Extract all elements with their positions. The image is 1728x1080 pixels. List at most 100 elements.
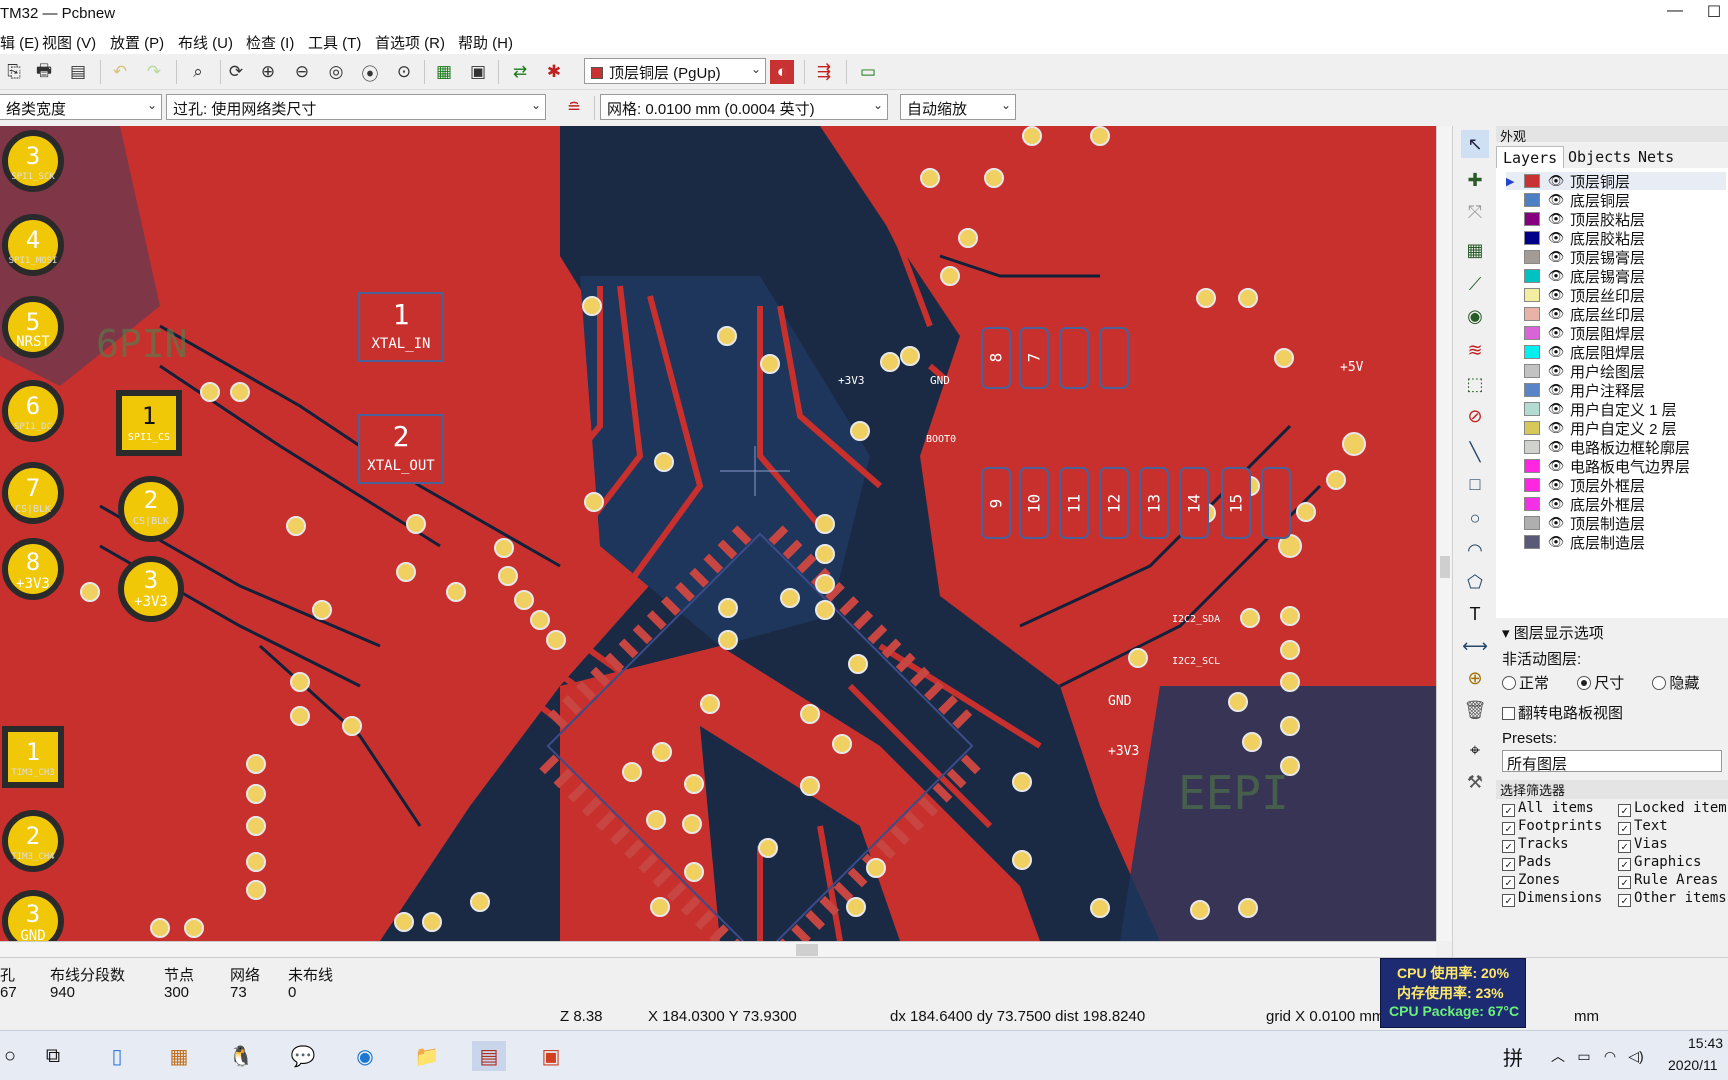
layer-row[interactable]: 👁 顶层丝印层	[1506, 286, 1726, 305]
layer-color-swatch[interactable]	[1524, 250, 1540, 264]
filter-graphics[interactable]: ✓ Graphics	[1618, 854, 1701, 871]
pad[interactable]: 7 CS|BLK	[2, 462, 64, 524]
eye-icon[interactable]: 👁	[1546, 287, 1566, 303]
app-edge-icon[interactable]: ◉	[348, 1041, 382, 1071]
filter-locked-items[interactable]: ✓ Locked items	[1618, 800, 1728, 817]
tab-layers[interactable]: Layers	[1496, 146, 1565, 168]
eye-icon[interactable]: 👁	[1546, 230, 1566, 246]
crystal-pad-2[interactable]: 2 XTAL_OUT	[358, 414, 444, 484]
menu-view[interactable]: 视图 (V)	[42, 32, 96, 53]
update-pcb-icon[interactable]: ⇄	[506, 59, 534, 85]
layer-row[interactable]: 👁 电路板边框轮廓层	[1506, 438, 1726, 457]
layer-color-swatch[interactable]	[1524, 364, 1540, 378]
wifi-icon[interactable]: ◠	[1598, 1041, 1622, 1071]
layer-color-swatch[interactable]	[1524, 288, 1540, 302]
pad[interactable]: 1 TIM3_CH3	[2, 726, 64, 788]
clock-time[interactable]: 15:43	[1688, 1035, 1723, 1051]
layer-color-swatch[interactable]	[1524, 402, 1540, 416]
route-track-icon[interactable]: ⟋	[1461, 270, 1489, 298]
filter-zones[interactable]: ✓ Zones	[1502, 872, 1560, 889]
eye-icon[interactable]: 👁	[1546, 211, 1566, 227]
flip-board-checkbox[interactable]: 翻转电路板视图	[1502, 702, 1623, 723]
draw-rect-icon[interactable]: □	[1461, 470, 1489, 498]
minimize-button[interactable]: —	[1652, 2, 1698, 26]
menu-inspect[interactable]: 检查 (I)	[246, 32, 294, 53]
grid-origin-icon[interactable]: ⌖	[1461, 736, 1489, 764]
filter-other-items[interactable]: ✓ Other items	[1618, 890, 1727, 907]
via-size-select[interactable]: 过孔: 使用网络类尺寸 ⌄	[166, 94, 546, 120]
layer-color-swatch[interactable]	[1524, 345, 1540, 359]
eye-icon[interactable]: 👁	[1546, 477, 1566, 493]
layer-row[interactable]: 👁 顶层锡膏层	[1506, 248, 1726, 267]
layer-row[interactable]: 👁 用户注释层	[1506, 381, 1726, 400]
menu-tools[interactable]: 工具 (T)	[308, 32, 361, 53]
footprint-browser-icon[interactable]: ▣	[464, 59, 492, 85]
scripting-console-icon[interactable]: ▭	[854, 59, 882, 85]
eye-icon[interactable]: 👁	[1546, 268, 1566, 284]
filter-pads[interactable]: ✓ Pads	[1502, 854, 1552, 871]
pad[interactable]: 2 TIM3_CH4	[2, 810, 64, 872]
layer-row[interactable]: 👁 用户自定义 1 层	[1506, 400, 1726, 419]
select-arrow-icon[interactable]: ↖	[1461, 130, 1489, 158]
draw-polygon-icon[interactable]: ⬠	[1461, 568, 1489, 596]
filter-tracks[interactable]: ✓ Tracks	[1502, 836, 1569, 853]
netlist-icon[interactable]: ⇶	[810, 59, 838, 85]
task-view-icon[interactable]: ⧉	[36, 1041, 70, 1071]
add-zone-icon[interactable]: ⬚	[1461, 370, 1489, 398]
footprint-editor-icon[interactable]: ▦	[430, 59, 458, 85]
pad[interactable]: 5 NRST	[2, 296, 64, 358]
eye-icon[interactable]: 👁	[1546, 249, 1566, 265]
layer-row[interactable]: 👁 底层丝印层	[1506, 305, 1726, 324]
draw-line-icon[interactable]: ╲	[1461, 438, 1489, 466]
menu-place[interactable]: 放置 (P)	[110, 32, 164, 53]
tray-expand-icon[interactable]: ︿	[1546, 1041, 1570, 1071]
battery-icon[interactable]: ▭	[1572, 1041, 1596, 1071]
menu-help[interactable]: 帮助 (H)	[458, 32, 513, 53]
page-settings-icon[interactable]: ⎘	[0, 59, 28, 85]
zoom-selection-icon[interactable]: ⊙	[390, 59, 418, 85]
eye-icon[interactable]: 👁	[1546, 192, 1566, 208]
redo-icon[interactable]: ↷	[140, 59, 168, 85]
eye-icon[interactable]: 👁	[1546, 458, 1566, 474]
layer-color-swatch[interactable]	[1524, 440, 1540, 454]
layer-pair-icon[interactable]: ◐	[770, 60, 794, 84]
layer-color-swatch[interactable]	[1524, 307, 1540, 321]
layer-row[interactable]: 👁 底层外框层	[1506, 495, 1726, 514]
print-icon[interactable]: 🖶	[30, 59, 58, 85]
app-wechat-icon[interactable]: 💬	[286, 1041, 320, 1071]
filter-all-items[interactable]: ✓ All items	[1502, 800, 1594, 817]
eye-icon[interactable]: 👁	[1546, 382, 1566, 398]
eye-icon[interactable]: 👁	[1546, 439, 1566, 455]
measure-icon[interactable]: ⚒	[1461, 768, 1489, 796]
layer-color-swatch[interactable]	[1524, 193, 1540, 207]
eye-icon[interactable]: 👁	[1546, 496, 1566, 512]
place-anchor-icon[interactable]: ⊕	[1461, 664, 1489, 692]
app-tablet-icon[interactable]: ▯	[100, 1041, 134, 1071]
layer-color-swatch[interactable]	[1524, 459, 1540, 473]
add-via-icon[interactable]: ◉	[1461, 302, 1489, 330]
pad[interactable]: 4 SPI1_MOSI	[2, 214, 64, 276]
scrollbar-thumb[interactable]	[1440, 556, 1450, 578]
local-ratsnest-icon[interactable]: ⤧	[1461, 198, 1489, 226]
menu-route[interactable]: 布线 (U)	[178, 32, 233, 53]
maximize-button[interactable]: ☐	[1700, 2, 1728, 26]
ime-indicator[interactable]: 拼	[1496, 1041, 1530, 1071]
layer-row[interactable]: 👁 底层铜层	[1506, 191, 1726, 210]
radio-dim[interactable]: 尺寸	[1577, 675, 1624, 692]
draw-circle-icon[interactable]: ○	[1461, 504, 1489, 532]
layer-color-swatch[interactable]	[1524, 535, 1540, 549]
menu-edit[interactable]: 辑 (E)	[0, 32, 39, 53]
layer-select[interactable]: 顶层铜层 (PgUp) ⌄	[584, 58, 766, 84]
filter-rule-areas[interactable]: ✓ Rule Areas	[1618, 872, 1718, 889]
keepout-icon[interactable]: ⊘	[1461, 402, 1489, 430]
presets-select[interactable]: 所有图层	[1502, 750, 1722, 773]
zoom-objects-icon[interactable]: ⦿	[356, 59, 384, 85]
display-options-toggle[interactable]: ▾ 图层显示选项	[1502, 622, 1604, 643]
eye-icon[interactable]: 👁	[1546, 306, 1566, 322]
add-text-icon[interactable]: T	[1461, 600, 1489, 628]
layer-color-swatch[interactable]	[1524, 478, 1540, 492]
layer-row[interactable]: 👁 底层锡膏层	[1506, 267, 1726, 286]
zoom-in-icon[interactable]: ⊕	[254, 59, 282, 85]
layer-color-swatch[interactable]	[1524, 421, 1540, 435]
eye-icon[interactable]: 👁	[1546, 363, 1566, 379]
